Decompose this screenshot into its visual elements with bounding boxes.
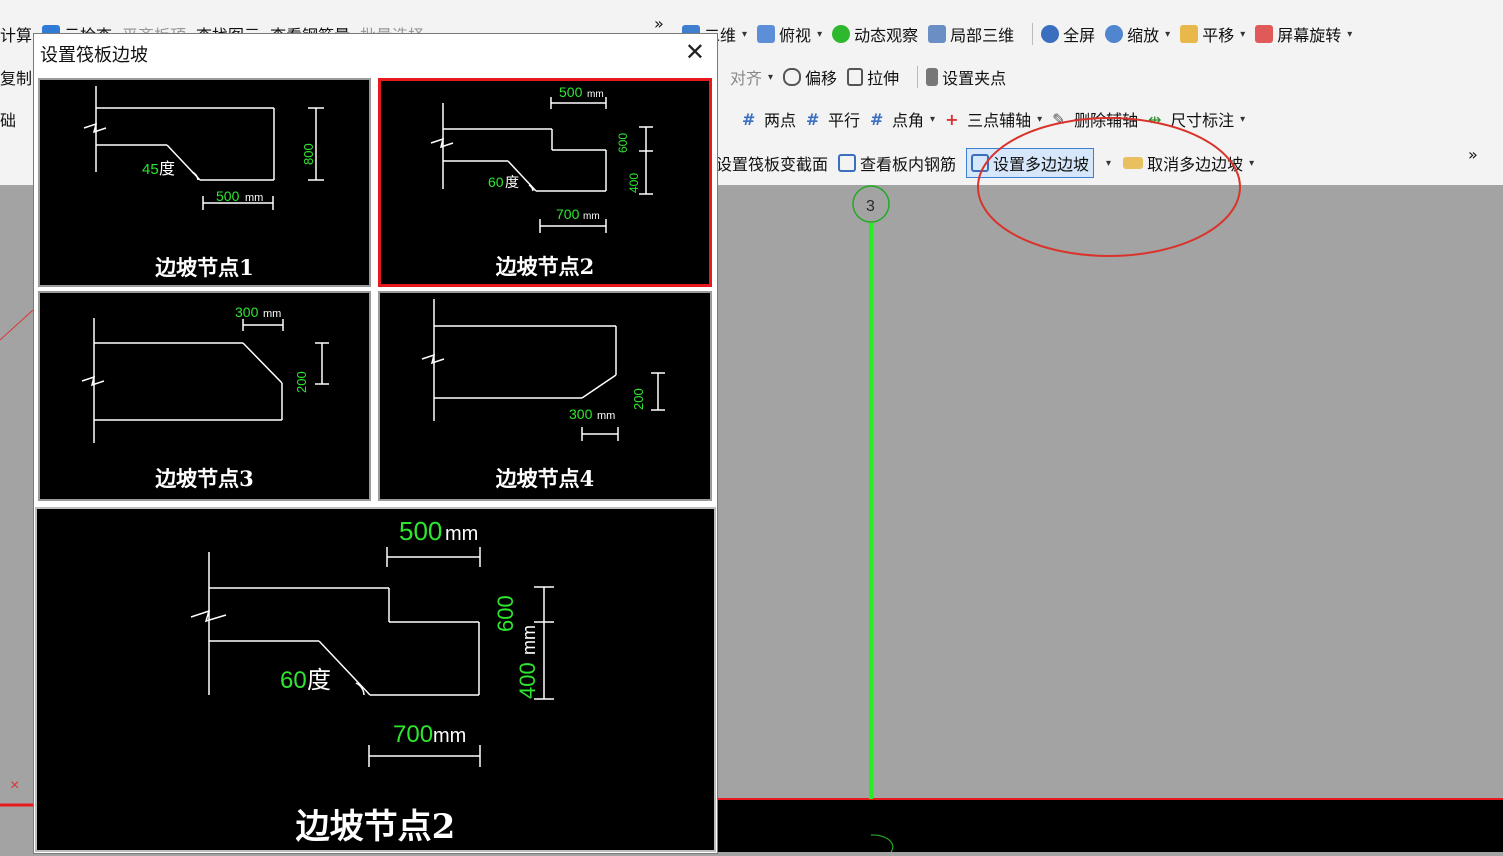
copy-button[interactable]: 复制 <box>0 65 32 89</box>
node2-h1: 600 <box>616 133 630 153</box>
local-3d-button[interactable]: 局部三维 <box>928 22 1014 46</box>
view-rebar-icon <box>838 154 857 172</box>
slope-node-3[interactable]: 300 mm 200 边坡节点3 <box>38 291 371 501</box>
stretch-button[interactable]: 拉伸 <box>847 65 899 89</box>
orbit-icon <box>832 25 851 43</box>
align-button[interactable]: 对齐 ▾ <box>730 65 773 89</box>
slope-node-1[interactable]: 45 度 500 mm 800 边坡节点1 <box>38 78 371 287</box>
node3-width: 300 <box>235 304 259 320</box>
chevron-down-icon: ▾ <box>1249 157 1255 169</box>
zoom-button[interactable]: 缩放 ▾ <box>1105 22 1170 46</box>
node1-angle: 45 <box>142 161 159 178</box>
local-3d-icon <box>928 25 947 43</box>
node2-h2: 400 <box>627 173 641 193</box>
node2-angle: 60 <box>488 174 504 190</box>
node4-label: 边坡节点4 <box>495 466 595 491</box>
preview-h2-unit: mm <box>519 625 539 655</box>
hand-icon <box>1180 25 1199 43</box>
three-point-icon: + <box>945 110 959 129</box>
top-view-button[interactable]: 俯视 ▾ <box>757 22 822 46</box>
chevron-down-icon: ▾ <box>768 71 774 83</box>
parallel-icon: # <box>806 110 820 129</box>
view-slab-rebar-button[interactable]: 查看板内钢筋 <box>838 151 956 175</box>
slope-node-4[interactable]: 300 mm 200 边坡节点4 <box>378 291 712 501</box>
node1-height: 800 <box>301 143 316 165</box>
set-grip-button[interactable]: 设置夹点 <box>926 65 1006 89</box>
separator <box>1032 23 1034 45</box>
node2-bottom: 700 <box>556 206 580 222</box>
drawing-canvas[interactable]: 3 <box>716 185 1503 853</box>
node1-width-unit: mm <box>245 192 263 204</box>
raft-slope-dialog: 设置筏板边坡 ✕ 45 度 500 mm 800 边坡节点1 500 mm 60… <box>33 33 718 854</box>
origin-x-marker: × <box>10 777 19 794</box>
more-button[interactable]: » <box>1468 145 1478 164</box>
node4-width: 300 <box>569 406 593 422</box>
fullscreen-button[interactable]: 全屏 <box>1041 22 1095 46</box>
more-button[interactable]: » <box>654 14 664 33</box>
foundation-tab[interactable]: 础 <box>0 107 16 131</box>
stretch-icon <box>847 68 864 86</box>
preview-h2: 400 <box>515 662 540 699</box>
preview-bottom-unit: mm <box>433 725 466 747</box>
dialog-title: 设置筏板边坡 <box>40 45 148 66</box>
chevron-down-icon: ▾ <box>1165 28 1171 40</box>
cube-icon <box>757 25 776 43</box>
calc-button[interactable]: 计算 <box>0 22 32 46</box>
chevron-down-icon: ▾ <box>742 28 748 40</box>
node1-width: 500 <box>216 188 240 204</box>
orbit-button[interactable]: 动态观察 <box>832 22 918 46</box>
chevron-down-icon: ▾ <box>1240 28 1246 40</box>
set-raft-section-button[interactable]: 设置筏板变截面 <box>716 151 828 175</box>
canvas-black-strip <box>716 799 1503 852</box>
point-angle-button[interactable]: # 点角 ▾ <box>870 107 935 131</box>
offset-button[interactable]: 偏移 <box>783 65 837 89</box>
chevron-down-icon: ▾ <box>930 113 936 125</box>
preview-label: 边坡节点2 <box>295 807 456 847</box>
point-angle-icon: # <box>870 110 884 129</box>
node3-width-unit: mm <box>263 308 281 320</box>
node2-top-unit: mm <box>587 89 604 100</box>
preview-top: 500 <box>399 516 442 546</box>
preview-h1: 600 <box>493 595 518 632</box>
preview-angle: 60 <box>280 667 307 694</box>
rotate-icon <box>1255 25 1274 43</box>
node1-angle-unit: 度 <box>159 160 175 178</box>
slope-preview: 500 mm 60 度 700 mm 600 400 mm 边坡节点2 <box>35 507 716 852</box>
two-point-button[interactable]: # 两点 <box>742 107 796 131</box>
two-point-icon: # <box>742 110 756 129</box>
preview-bottom: 700 <box>393 721 433 748</box>
slope-node-2[interactable]: 500 mm 60 度 700 mm 600 400 边坡节点2 <box>378 78 712 287</box>
grip-icon <box>926 68 939 86</box>
annotation-circle <box>977 117 1241 257</box>
screen-rotate-button[interactable]: 屏幕旋转 ▾ <box>1255 22 1352 46</box>
left-canvas-strip: × <box>0 185 34 852</box>
pan-button[interactable]: 平移 ▾ <box>1180 22 1245 46</box>
modify-toolbar: 对齐 ▾ 偏移 拉伸 设置夹点 <box>730 57 1016 97</box>
separator <box>917 66 919 88</box>
node2-top: 500 <box>559 84 583 100</box>
node1-label: 边坡节点1 <box>155 255 254 280</box>
parallel-button[interactable]: # 平行 <box>806 107 860 131</box>
offset-icon <box>783 68 802 86</box>
fullscreen-icon <box>1041 25 1060 43</box>
chevron-down-icon: ▾ <box>817 28 823 40</box>
magnifier-icon <box>1105 25 1124 43</box>
node2-label: 边坡节点2 <box>495 254 595 279</box>
toolbar-row-3: 础 <box>0 99 26 139</box>
chevron-down-icon: ▾ <box>1347 28 1353 40</box>
close-button[interactable]: ✕ <box>685 38 705 66</box>
node2-angle-unit: 度 <box>505 174 519 190</box>
preview-angle-unit: 度 <box>307 667 331 694</box>
node3-label: 边坡节点3 <box>155 466 254 491</box>
node4-width-unit: mm <box>597 410 615 422</box>
node2-bottom-unit: mm <box>583 211 600 222</box>
preview-top-unit: mm <box>445 523 478 545</box>
canvas-graphics: 3 <box>716 185 1503 853</box>
axis-label: 3 <box>866 198 875 215</box>
view-toolbar: 二维 ▾ 俯视 ▾ 动态观察 局部三维 全屏 缩放 ▾ 平移 ▾ 屏幕旋转 ▾ <box>682 14 1362 54</box>
node3-height: 200 <box>294 371 309 393</box>
node4-height: 200 <box>631 388 646 410</box>
